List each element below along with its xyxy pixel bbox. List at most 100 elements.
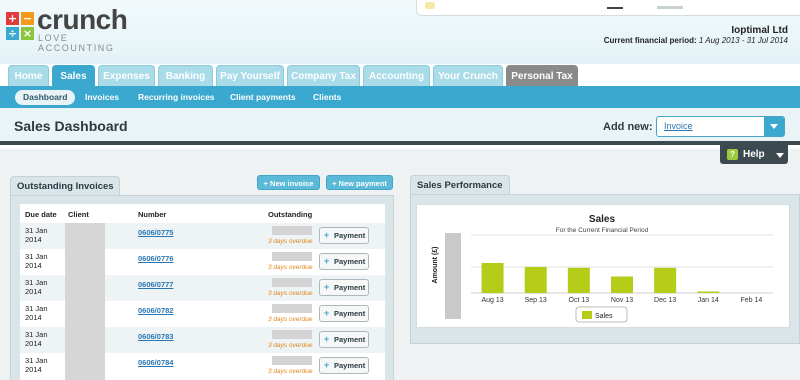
x-tick-label: Nov 13: [611, 297, 633, 304]
help-button[interactable]: ? Help: [720, 145, 788, 164]
overdue-label: 3 days overdue: [268, 290, 313, 297]
tab-sales[interactable]: Sales: [52, 65, 95, 86]
outstanding-amount-redacted: [272, 304, 312, 313]
due-date-cell: 31 Jan 2014: [25, 330, 48, 348]
header-client: Client: [68, 210, 89, 219]
payment-button[interactable]: + Payment: [319, 305, 369, 322]
subnav-clients[interactable]: Clients: [313, 90, 341, 105]
sales-chart-svg: Sales For the Current Financial Period Amo…: [432, 214, 773, 323]
sales-chart: Sales For the Current Financial Period Amo…: [416, 204, 790, 328]
invoice-number-link[interactable]: 0606/0782: [138, 306, 173, 315]
tab-accounting[interactable]: Accounting: [363, 65, 430, 86]
payment-button[interactable]: + Payment: [319, 227, 369, 244]
chart-bar: [481, 263, 504, 293]
invoice-number-link[interactable]: 0606/0783: [138, 332, 173, 341]
chart-bar: [524, 266, 547, 293]
add-new-value: Invoice: [664, 121, 693, 131]
invoice-number-link[interactable]: 0606/0777: [138, 280, 173, 289]
plus-icon: +: [324, 230, 330, 240]
payment-label: Payment: [334, 361, 366, 370]
logo-minus: −: [21, 12, 34, 25]
app-header: + − ÷ × crunch LOVE ACCOUNTING Ioptimal …: [0, 0, 800, 64]
x-tick-label: Feb 14: [741, 297, 763, 304]
plus-icon: +: [324, 282, 330, 292]
payment-label: Payment: [334, 231, 366, 240]
tab-company-tax[interactable]: Company Tax: [287, 65, 360, 86]
outstanding-amount-redacted: [272, 278, 312, 287]
tab-banking[interactable]: Banking: [158, 65, 213, 86]
header-outstanding: Outstanding: [268, 210, 313, 219]
chevron-down-icon[interactable]: [764, 117, 784, 136]
overdue-label: 3 days overdue: [268, 238, 313, 245]
overdue-label: 3 days overdue: [268, 342, 313, 349]
subnav-recurring-invoices[interactable]: Recurring invoices: [138, 90, 215, 105]
notice-indicator: [425, 2, 435, 9]
payment-button[interactable]: + Payment: [319, 253, 369, 270]
due-date-cell: 31 Jan 2014: [25, 252, 48, 270]
financial-period: Current financial period: 1 Aug 2013 - 3…: [604, 36, 788, 45]
x-tick-label: Oct 13: [569, 297, 590, 304]
chart-title: Sales: [589, 214, 616, 225]
logo-wordmark: crunch: [37, 4, 128, 35]
subnav-client-payments[interactable]: Client payments: [230, 90, 296, 105]
crunch-logo[interactable]: + − ÷ × crunch LOVE ACCOUNTING: [6, 4, 146, 53]
legend-label: Sales: [595, 313, 613, 320]
outstanding-amount-redacted: [272, 252, 312, 261]
tab-expenses[interactable]: Expenses: [98, 65, 155, 86]
payment-label: Payment: [334, 283, 366, 292]
invoice-number-link[interactable]: 0606/0775: [138, 228, 173, 237]
due-date-cell: 31 Jan 2014: [25, 356, 48, 374]
x-tick-label: Dec 13: [654, 297, 676, 304]
x-tick-label: Aug 13: [481, 297, 503, 304]
outstanding-amount-redacted: [272, 330, 312, 339]
y-axis-label: Amount (£): [432, 247, 439, 284]
plus-icon: +: [324, 334, 330, 344]
payment-button[interactable]: + Payment: [319, 357, 369, 374]
period-value: 1 Aug 2013 - 31 Jul 2014: [698, 36, 788, 45]
new-invoice-button[interactable]: + New invoice: [257, 175, 320, 190]
tab-pay-yourself[interactable]: Pay Yourself: [216, 65, 284, 86]
page-title-bar: Sales Dashboard Add new: Invoice: [0, 108, 800, 145]
invoice-number-link[interactable]: 0606/0776: [138, 254, 173, 263]
tab-home[interactable]: Home: [8, 65, 49, 86]
due-date-cell: 31 Jan 2014: [25, 278, 48, 296]
chart-bar: [567, 267, 590, 293]
overdue-label: 3 days overdue: [268, 264, 313, 271]
add-new-select[interactable]: Invoice: [656, 116, 785, 137]
logo-divide: ÷: [6, 27, 19, 40]
help-label: Help: [743, 149, 765, 160]
header-due-date: Due date: [25, 210, 57, 219]
redacted-text: [657, 6, 683, 9]
overdue-label: 3 days overdue: [268, 368, 313, 375]
redacted-text: [607, 7, 623, 9]
plus-icon: +: [324, 256, 330, 266]
due-date-cell: 31 Jan 2014: [25, 304, 48, 322]
outstanding-invoices-title: Outstanding Invoices: [10, 176, 120, 196]
plus-icon: +: [324, 360, 330, 370]
new-payment-button[interactable]: + New payment: [326, 175, 393, 190]
logo-times: ×: [21, 27, 34, 40]
subnav-dashboard[interactable]: Dashboard: [15, 90, 76, 105]
client-column-redacted: [65, 223, 105, 380]
legend-swatch: [582, 311, 592, 319]
chart-bar: [611, 276, 633, 293]
logo-icon: + − ÷ ×: [6, 12, 34, 40]
x-tick-label: Sep 13: [525, 297, 547, 304]
payment-button[interactable]: + Payment: [319, 331, 369, 348]
logo-plus: +: [6, 12, 19, 25]
page-title: Sales Dashboard: [14, 118, 128, 134]
help-icon: ?: [727, 149, 738, 160]
subnav-invoices[interactable]: Invoices: [85, 90, 119, 105]
x-tick-label: Jan 14: [698, 297, 719, 304]
chart-subtitle: For the Current Financial Period: [556, 227, 649, 234]
payment-label: Payment: [334, 309, 366, 318]
header-number: Number: [138, 210, 167, 219]
chart-bar: [654, 267, 677, 293]
payment-button[interactable]: + Payment: [319, 279, 369, 296]
top-account-panel: [416, 0, 800, 16]
tab-your-crunch[interactable]: Your Crunch: [433, 65, 503, 86]
due-date-cell: 31 Jan 2014: [25, 226, 48, 244]
tab-personal-tax[interactable]: Personal Tax: [506, 65, 578, 86]
invoice-number-link[interactable]: 0606/0784: [138, 358, 173, 367]
y-axis-block: [445, 233, 461, 319]
